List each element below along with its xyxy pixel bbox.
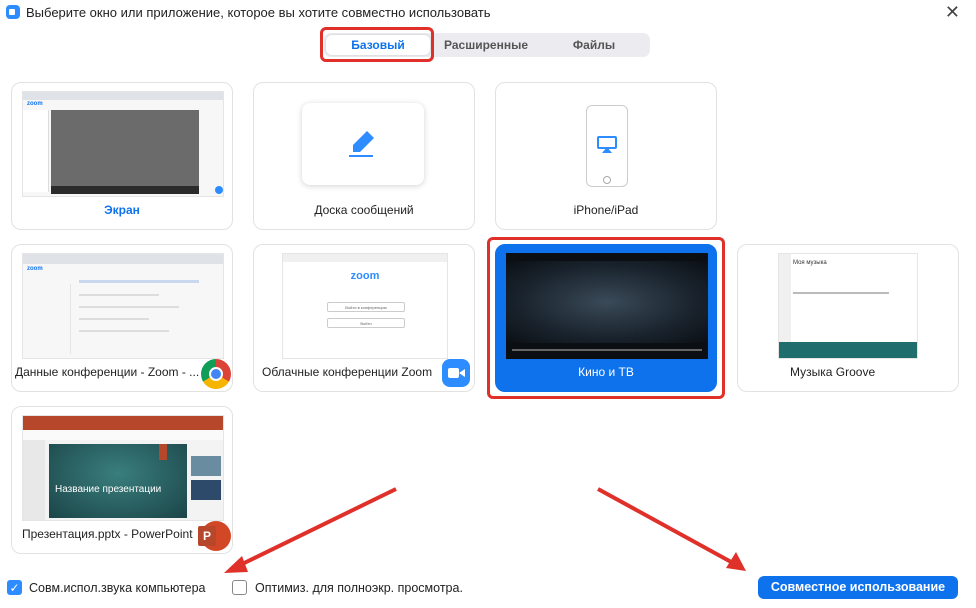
- annotation-arrows: [224, 487, 746, 573]
- optimize-video-checkbox[interactable]: [232, 580, 247, 595]
- share-button[interactable]: Совместное использование: [758, 576, 958, 599]
- bottom-bar: ✓ Совм.испол.звука компьютера Оптимиз. д…: [0, 572, 976, 608]
- optimize-video-label: Оптимиз. для полноэкр. просмотра.: [255, 581, 463, 595]
- share-audio-checkbox[interactable]: ✓: [7, 580, 22, 595]
- share-audio-label: Совм.испол.звука компьютера: [29, 581, 206, 595]
